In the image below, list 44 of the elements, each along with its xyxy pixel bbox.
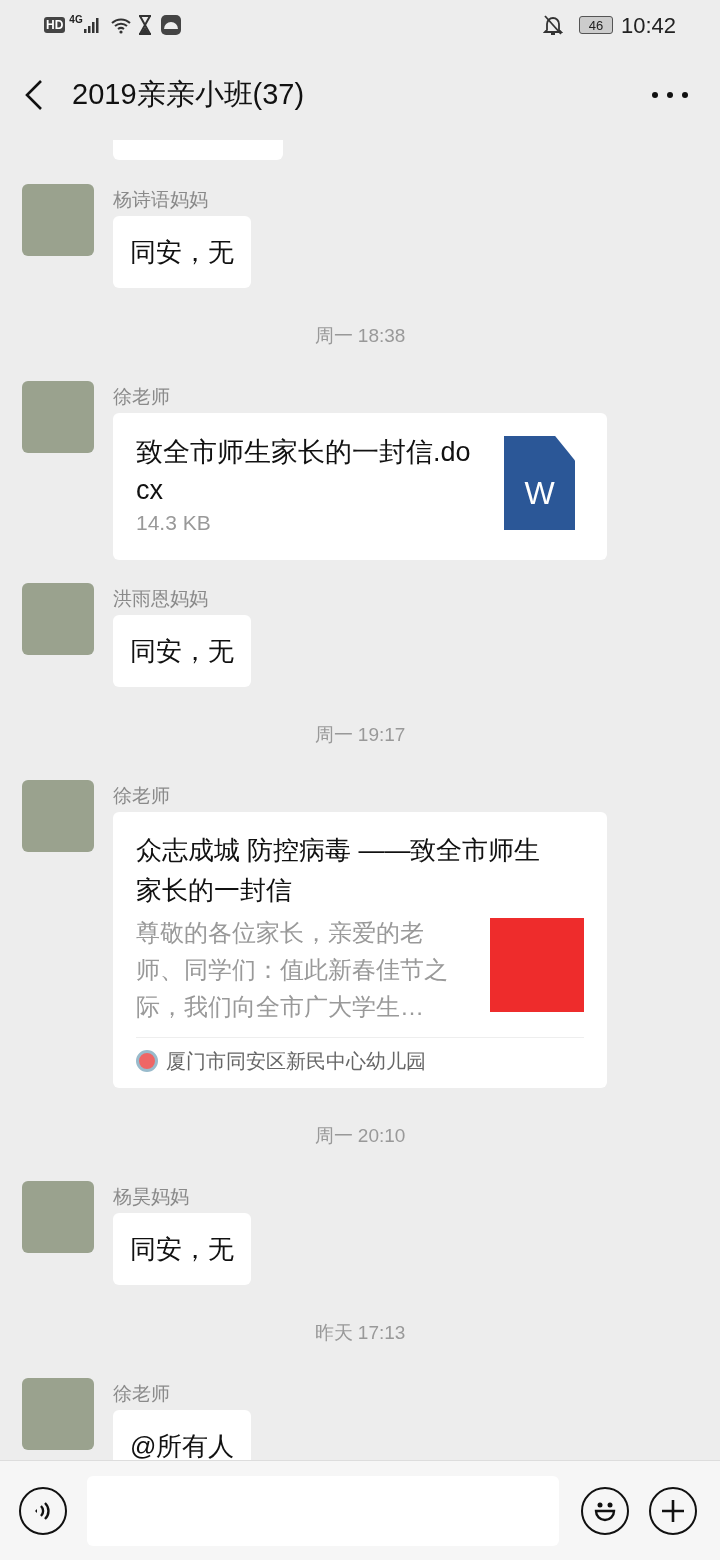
file-message[interactable]: 致全市师生家长的一封信.docx 14.3 KB W [113,413,607,560]
sender-name: 洪雨恩妈妈 [113,587,208,611]
mute-bell-icon [542,14,563,36]
message-bubble: 同安，无 [113,216,251,288]
message-bubble: 同安，无 [113,1213,251,1285]
timestamp: 周一 20:10 [314,1126,406,1146]
signal-icon [83,16,102,34]
file-size: 14.3 KB [136,510,212,536]
message-bubble: @所有人 [113,1410,252,1460]
app-icon [159,14,182,36]
avatar-photo [22,780,94,852]
sender-name: 杨昊妈妈 [113,1185,189,1209]
avatar-photo [22,1181,94,1253]
battery-icon: 46 [578,16,613,34]
avatar-photo [22,1378,94,1450]
article-source: 厦门市同安区新民中心幼儿园 [166,1049,426,1074]
status-time: 10:42 [620,11,676,40]
plus-icon [660,1497,686,1524]
network-type: 4G [69,13,83,27]
article-summary: 尊敬的各位家长，亲爱的老师、同学们：值此新春佳节之际，我们向全市广大学生… [136,918,448,1022]
sender-name: 徐老师 [113,784,170,808]
more-button[interactable] [652,90,688,100]
sender-name: 徐老师 [113,1382,170,1406]
emoji-button[interactable] [581,1486,629,1535]
wifi-icon [109,16,132,34]
hd-badge: HD [44,17,66,33]
add-button[interactable] [649,1486,697,1535]
avatar-photo [22,381,94,453]
chat-title: 2019亲亲小班(37) [72,77,305,113]
avatar-photo [22,184,94,256]
avatar-photo [22,583,94,655]
timestamp: 周一 19:17 [314,725,406,745]
message-bubble: 同安，无 [113,615,251,687]
timestamp: 周一 18:38 [314,326,406,346]
timestamp: 昨天 17:13 [314,1323,406,1343]
article-title: 众志成城 防控病毒 ——致全市师生家长的一封信 [136,834,542,907]
sender-name: 徐老师 [113,385,170,409]
sender-name: 杨诗语妈妈 [113,188,208,212]
hourglass-icon [137,15,152,35]
article-card[interactable]: 众志成城 防控病毒 ——致全市师生家长的一封信 尊敬的各位家长，亲爱的老师、同学们：值此新春佳节之际，我们向全市广大学生… 厦门市同安区新民中心幼儿园 [113,812,607,1088]
voice-button[interactable] [19,1486,67,1535]
logo-icon [136,1050,158,1072]
word-document-icon: W [504,436,575,530]
file-name: 致全市师生家长的一封信.docx [136,436,472,507]
